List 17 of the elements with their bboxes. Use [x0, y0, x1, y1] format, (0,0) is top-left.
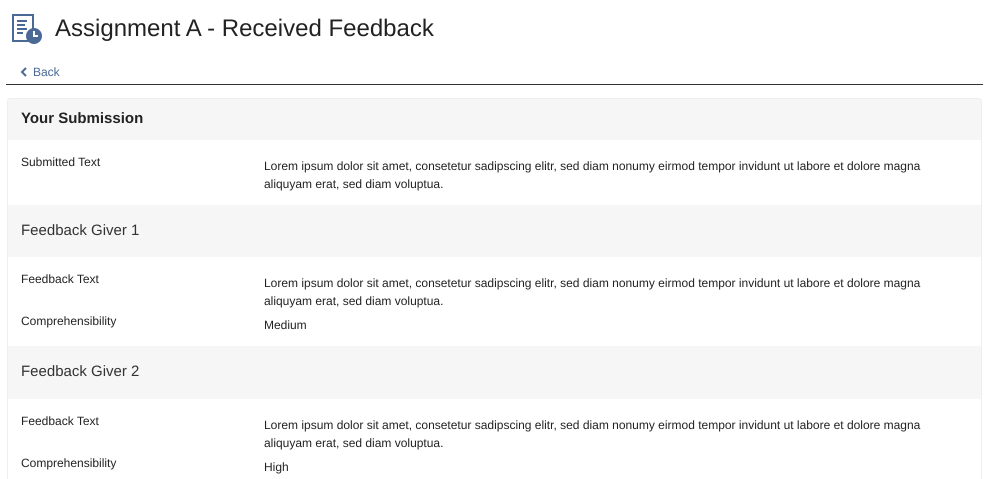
section-heading: Your Submission	[20, 109, 144, 129]
back-link[interactable]: Back	[6, 64, 983, 80]
field-value: High	[264, 458, 290, 476]
feedback-giver-heading: Feedback Giver 2	[20, 362, 140, 382]
document-clock-icon	[11, 13, 43, 45]
field-label: Feedback Text	[21, 271, 100, 288]
field-value: Lorem ipsum dolor sit amet, consetetur sadipscing elitr, sed diam nonumy eirmod tempor invidunt ut labore et dolore magna aliquyam erat, sed diam voluptua.	[264, 416, 922, 452]
field-label: Comprehensibility	[21, 313, 118, 330]
chevron-left-icon	[20, 67, 27, 77]
feedback-giver-heading: Feedback Giver 1	[20, 220, 140, 240]
field-label: Feedback Text	[21, 412, 100, 430]
field-value: Lorem ipsum dolor sit amet, consetetur sadipscing elitr, sed diam nonumy eirmod tempor invidunt ut labore et dolore magna aliquyam erat, sed diam voluptua.	[264, 275, 922, 310]
field-value: Lorem ipsum dolor sit amet, consetetur sadipscing elitr, sed diam nonumy eirmod tempor invidunt ut labore et dolore magna aliquyam erat, sed diam voluptua.	[264, 158, 922, 192]
field-label: Comprehensibility	[21, 454, 118, 472]
field-value: Medium	[264, 317, 308, 334]
page-title: Assignment A - Received Feedback	[55, 14, 434, 44]
field-label: Submitted Text	[21, 154, 102, 170]
